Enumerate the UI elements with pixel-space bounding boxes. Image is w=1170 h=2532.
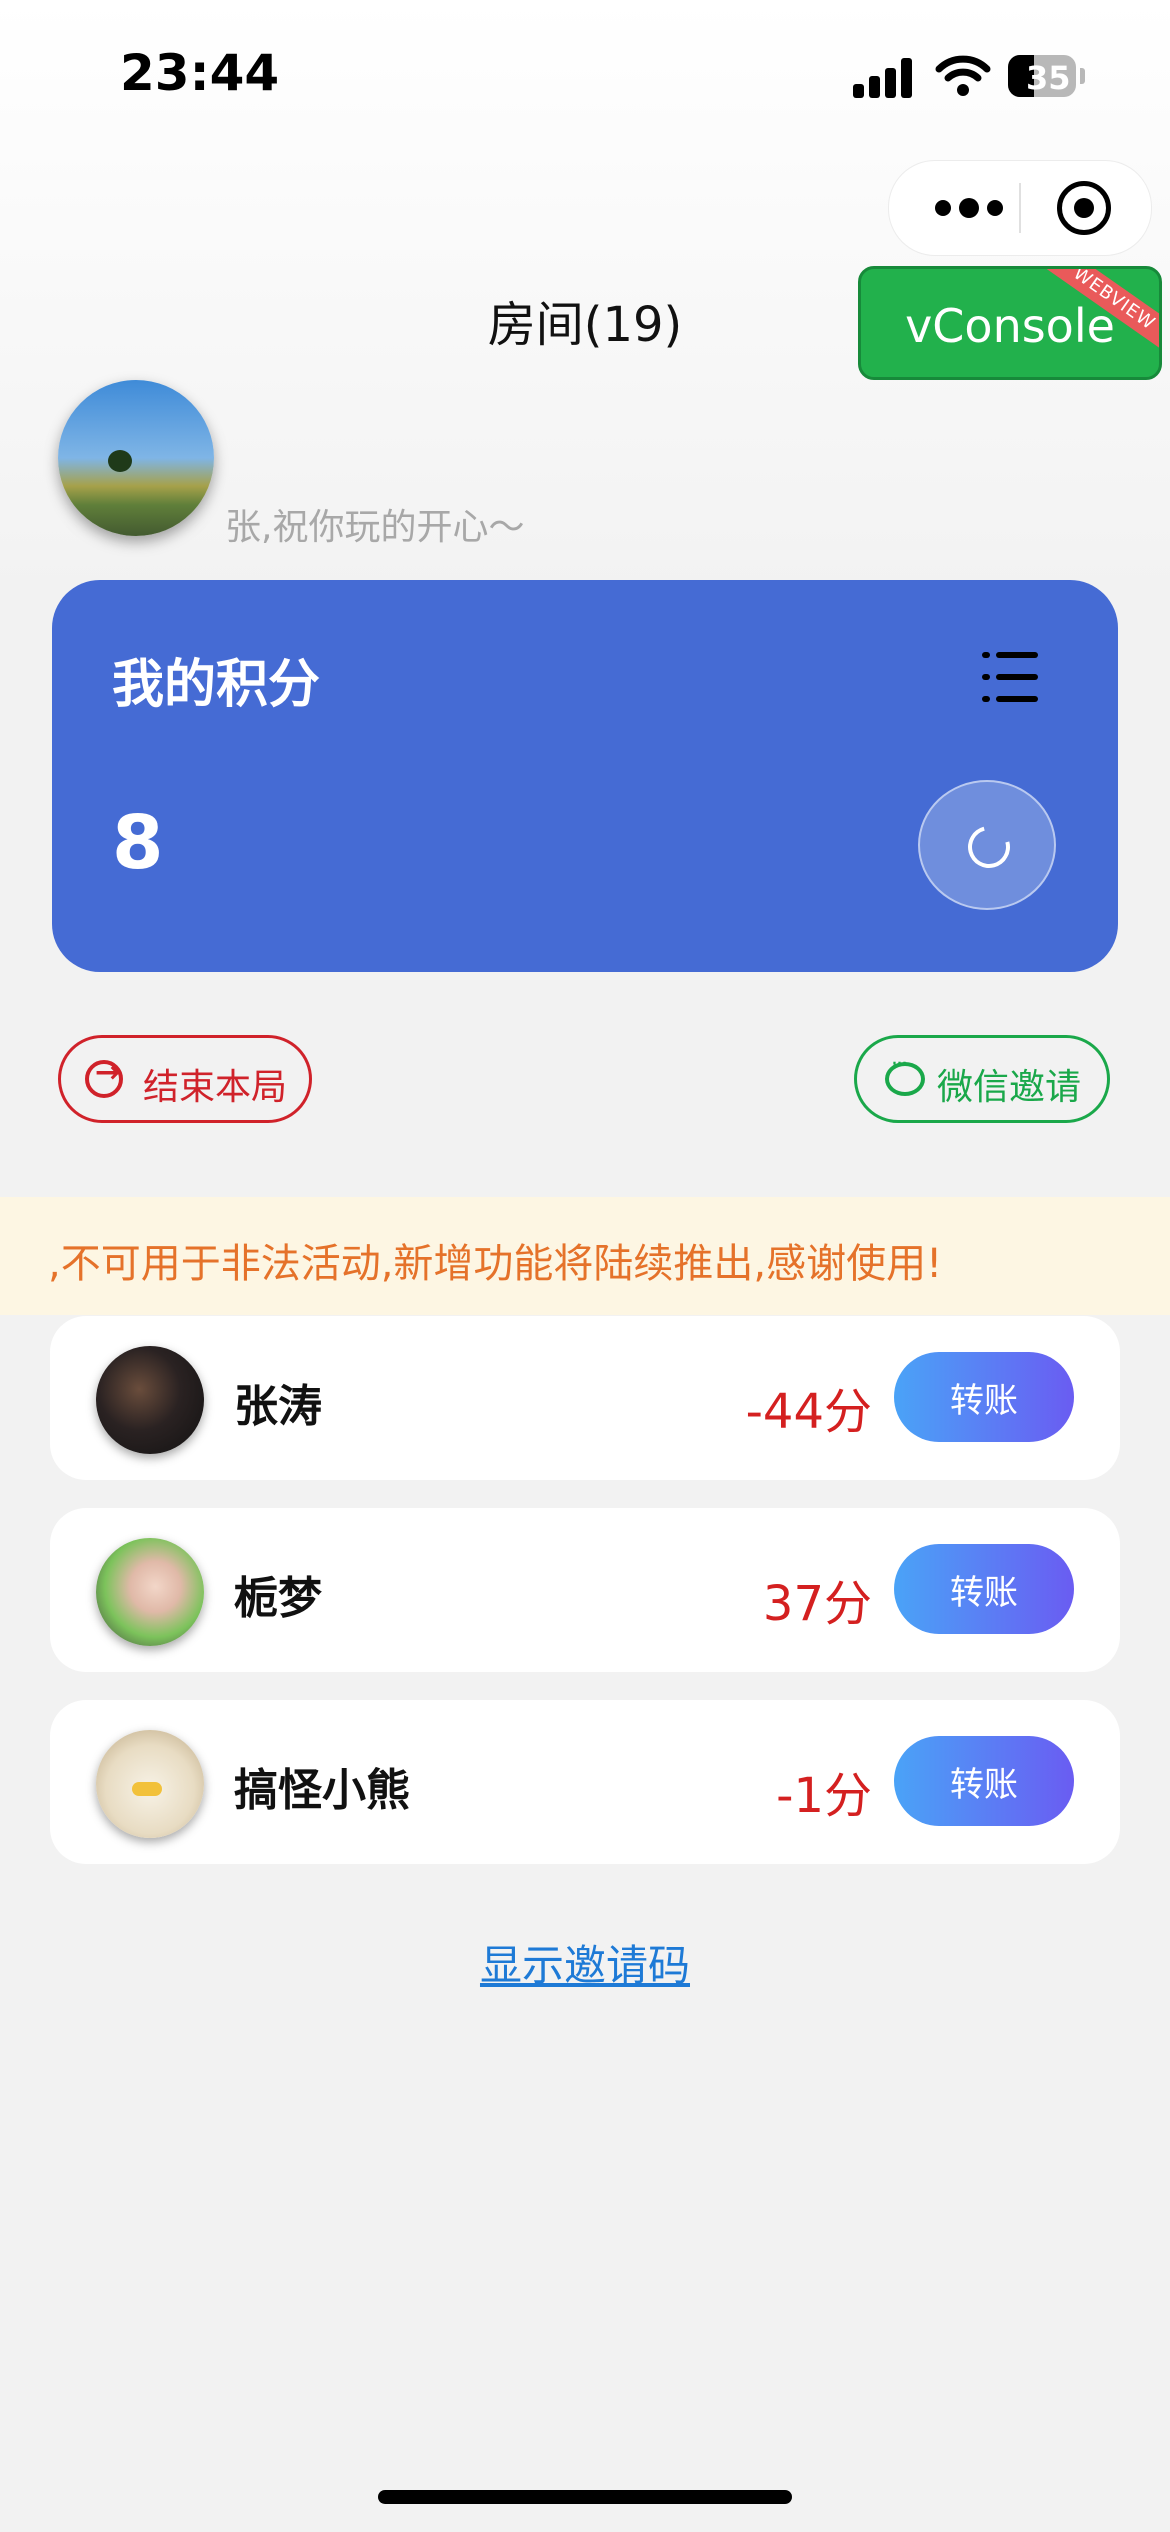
player-row: 搞怪小熊 -1分 转账 [50, 1700, 1120, 1864]
miniprogram-capsule [888, 160, 1152, 256]
cellular-signal-icon [853, 58, 915, 98]
vconsole-button[interactable]: vConsole WEBVIEW [858, 266, 1162, 380]
show-invite-code-link[interactable]: 显示邀请码 [0, 1932, 1170, 1993]
score-title: 我的积分 [112, 655, 321, 715]
player-avatar [96, 1538, 204, 1646]
close-miniprogram-icon[interactable] [1057, 181, 1111, 235]
wechat-invite-label: 微信邀请 [937, 1067, 1082, 1108]
player-score: -1分 [776, 1768, 872, 1824]
user-avatar[interactable] [58, 380, 214, 536]
score-card: 我的积分 8 [52, 580, 1118, 972]
wechat-invite-button[interactable]: 微信邀请 [854, 1035, 1110, 1123]
end-round-label: 结束本局 [143, 1067, 288, 1108]
player-name: 张涛 [234, 1381, 322, 1432]
transfer-button[interactable]: 转账 [894, 1736, 1074, 1826]
notice-text: ,不可用于非法活动,新增功能将陆续推出,感谢使用! [48, 1241, 943, 1287]
exit-icon [85, 1055, 123, 1098]
status-time: 23:44 [120, 44, 280, 102]
player-name: 搞怪小熊 [234, 1765, 410, 1816]
refresh-icon [960, 818, 1018, 876]
player-name: 栀梦 [234, 1573, 322, 1624]
end-round-button[interactable]: 结束本局 [58, 1035, 312, 1123]
player-row: 张涛 -44分 转账 [50, 1316, 1120, 1480]
player-score: 37分 [762, 1576, 872, 1632]
capsule-divider [1019, 183, 1021, 233]
home-indicator [378, 2490, 792, 2504]
transfer-button[interactable]: 转账 [894, 1544, 1074, 1634]
more-icon[interactable] [929, 195, 1009, 221]
player-avatar [96, 1346, 204, 1454]
player-row: 栀梦 37分 转账 [50, 1508, 1120, 1672]
player-score: -44分 [745, 1384, 872, 1440]
wifi-icon [935, 55, 991, 96]
player-avatar [96, 1730, 204, 1838]
battery-icon: 35 [1008, 55, 1076, 97]
notice-bar: ,不可用于非法活动,新增功能将陆续推出,感谢使用! [0, 1197, 1170, 1315]
transfer-button[interactable]: 转账 [894, 1352, 1074, 1442]
refresh-button[interactable] [918, 780, 1056, 910]
list-icon[interactable] [982, 650, 1038, 704]
score-value: 8 [112, 800, 164, 886]
battery-tip [1080, 68, 1085, 84]
battery-level: 35 [1026, 59, 1071, 97]
chat-bubble-icon [885, 1052, 925, 1096]
greeting-text: 张,祝你玩的开心～ [225, 507, 525, 548]
